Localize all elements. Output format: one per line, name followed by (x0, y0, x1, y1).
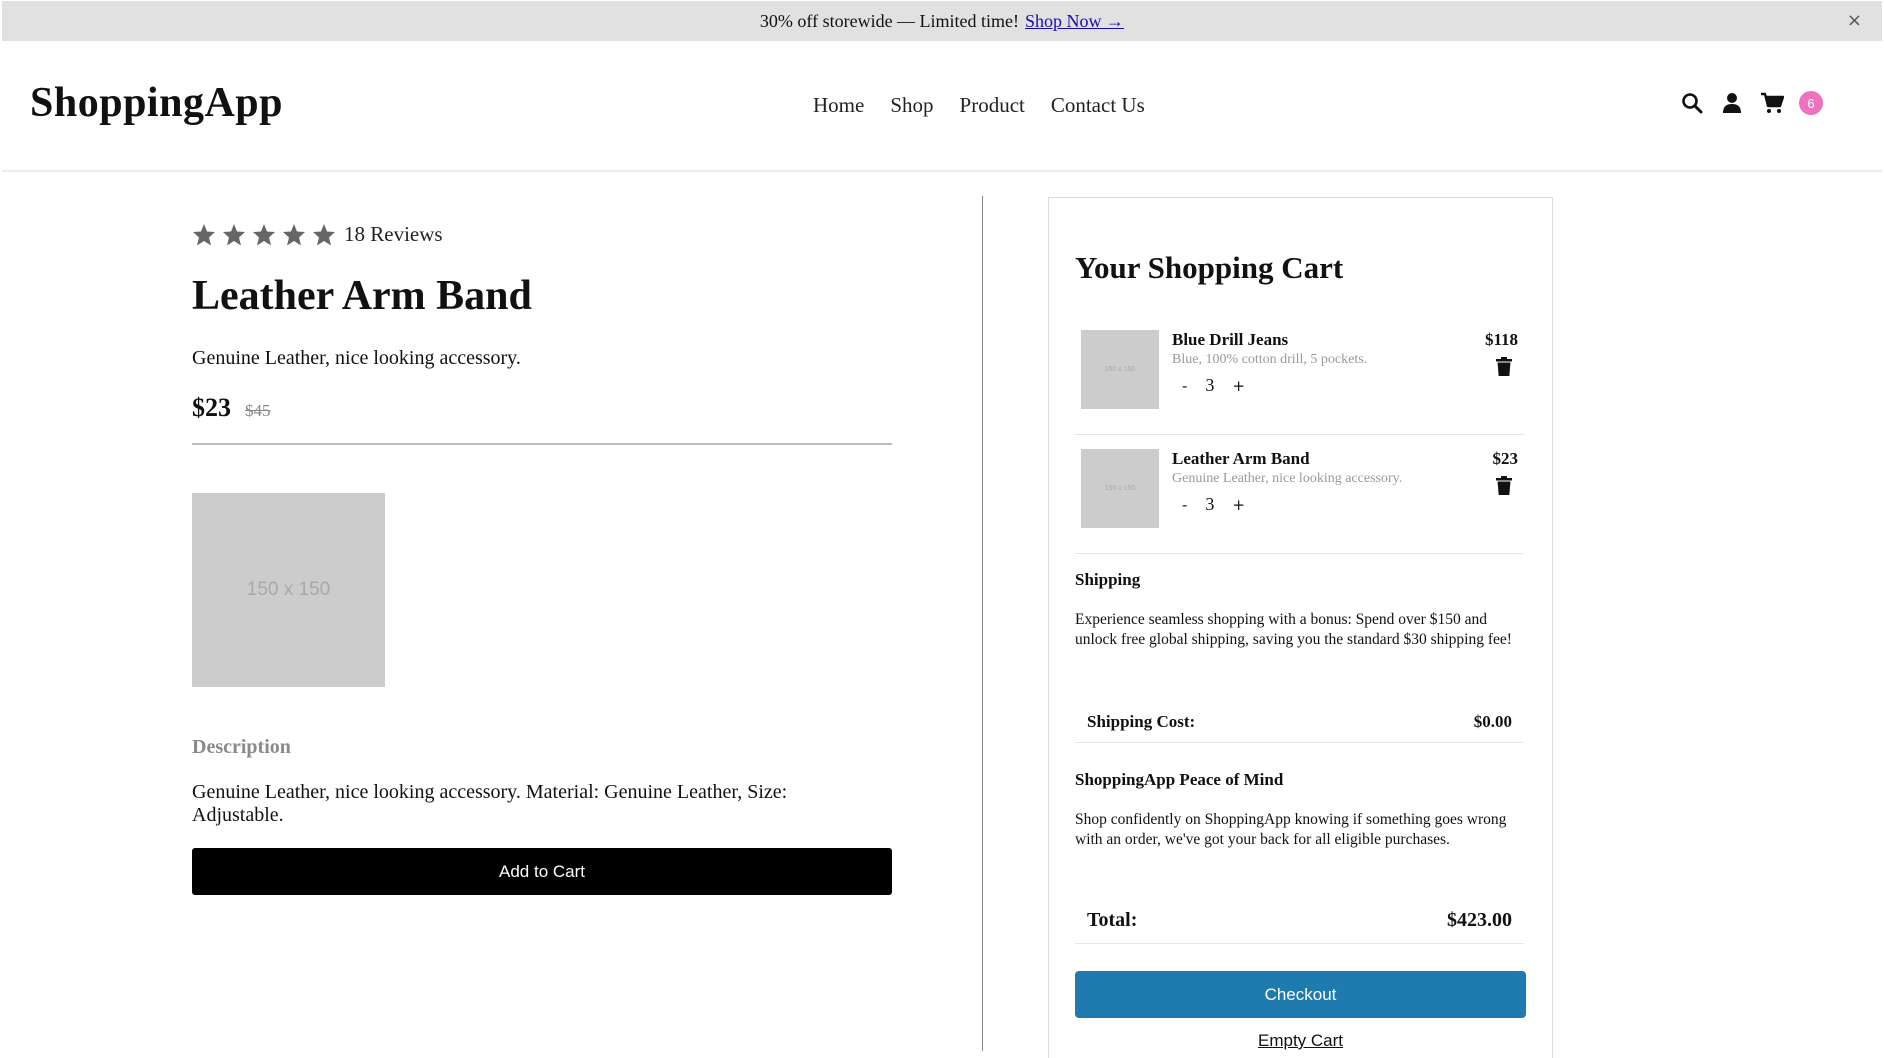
cart-title: Your Shopping Cart (1075, 250, 1344, 285)
decrease-quantity-button[interactable]: - (1182, 377, 1187, 395)
cart-icon[interactable] (1759, 90, 1785, 116)
shop-now-link[interactable]: Shop Now → (1025, 11, 1124, 32)
nav-product[interactable]: Product (960, 93, 1025, 118)
cart-item-description: Blue, 100% cotton drill, 5 pockets. (1172, 352, 1368, 367)
nav-home[interactable]: Home (813, 93, 864, 118)
quantity-value: 3 (1205, 375, 1215, 395)
quantity-value: 3 (1205, 494, 1215, 514)
add-to-cart-button[interactable]: Add to Cart (192, 848, 892, 895)
trash-icon[interactable] (1496, 476, 1512, 500)
nav-shop[interactable]: Shop (890, 93, 933, 118)
cart-item-name: Blue Drill Jeans (1172, 330, 1289, 349)
announcement-bar: 30% off storewide — Limited time! Shop N… (2, 1, 1882, 41)
nav-contact-us[interactable]: Contact Us (1051, 93, 1145, 118)
total-value: $423.00 (1447, 909, 1512, 931)
peace-of-mind-heading: ShoppingApp Peace of Mind (1075, 770, 1284, 789)
header-icons: 6 (1679, 90, 1823, 116)
star-icon (313, 224, 335, 246)
close-icon[interactable]: × (1847, 10, 1862, 31)
announcement-text: 30% off storewide — Limited time! (759, 10, 1020, 31)
increase-quantity-button[interactable]: + (1232, 496, 1245, 514)
shipping-cost-row: Shipping Cost: $0.00 (1075, 701, 1524, 743)
site-header: ShoppingApp Home Shop Product Contact Us… (2, 41, 1882, 172)
decrease-quantity-button[interactable]: - (1182, 496, 1187, 514)
star-icon (283, 224, 305, 246)
rating-stars: 18 Reviews (192, 222, 443, 247)
product-title: Leather Arm Band (192, 273, 532, 319)
user-icon[interactable] (1719, 90, 1745, 116)
quantity-stepper: - 3 + (1182, 375, 1245, 396)
search-icon[interactable] (1679, 90, 1705, 116)
logo[interactable]: ShoppingApp (30, 79, 283, 127)
shipping-cost-value: $0.00 (1473, 711, 1512, 731)
shipping-text: Experience seamless shopping with a bonu… (1075, 611, 1512, 648)
product-subtitle: Genuine Leather, nice looking accessory. (192, 347, 521, 369)
total-row: Total: $423.00 (1075, 898, 1524, 944)
vertical-divider (982, 196, 983, 1051)
star-icon (253, 224, 275, 246)
checkout-button[interactable]: Checkout (1075, 971, 1526, 1018)
shipping-cost-label: Shipping Cost: (1087, 711, 1196, 731)
product-image: 150 x 150 (192, 493, 385, 687)
star-icon (193, 224, 215, 246)
review-count[interactable]: 18 Reviews (344, 222, 443, 247)
original-price: $45 (245, 401, 271, 420)
empty-cart-link[interactable]: Empty Cart (1075, 1031, 1526, 1051)
shipping-heading: Shipping (1075, 570, 1141, 589)
shopping-cart-panel: Your Shopping Cart 150 x 150 Blue Drill … (1048, 197, 1553, 1058)
total-label: Total: (1087, 909, 1138, 931)
increase-quantity-button[interactable]: + (1232, 377, 1245, 395)
peace-of-mind-text: Shop confidently on ShoppingApp knowing … (1075, 811, 1507, 848)
star-icon (223, 224, 245, 246)
cart-item-price: $118 (1484, 330, 1518, 349)
description-label: Description (192, 736, 291, 758)
main-nav: Home Shop Product Contact Us (813, 93, 1145, 118)
trash-icon[interactable] (1496, 357, 1512, 381)
cart-item: 150 x 150 Leather Arm Band Genuine Leath… (1075, 443, 1524, 554)
cart-item-name: Leather Arm Band (1172, 449, 1310, 468)
description-text: Genuine Leather, nice looking accessory.… (192, 781, 788, 826)
divider (192, 443, 892, 445)
cart-item-image: 150 x 150 (1081, 330, 1159, 409)
cart-item-image: 150 x 150 (1081, 449, 1159, 528)
cart-count-badge: 6 (1799, 91, 1823, 115)
cart-item-description: Genuine Leather, nice looking accessory. (1172, 471, 1403, 486)
product-price: $23 $45 (192, 393, 271, 423)
cart-item: 150 x 150 Blue Drill Jeans Blue, 100% co… (1075, 324, 1524, 435)
current-price: $23 (192, 393, 231, 422)
quantity-stepper: - 3 + (1182, 494, 1245, 515)
cart-item-price: $23 (1492, 449, 1519, 468)
